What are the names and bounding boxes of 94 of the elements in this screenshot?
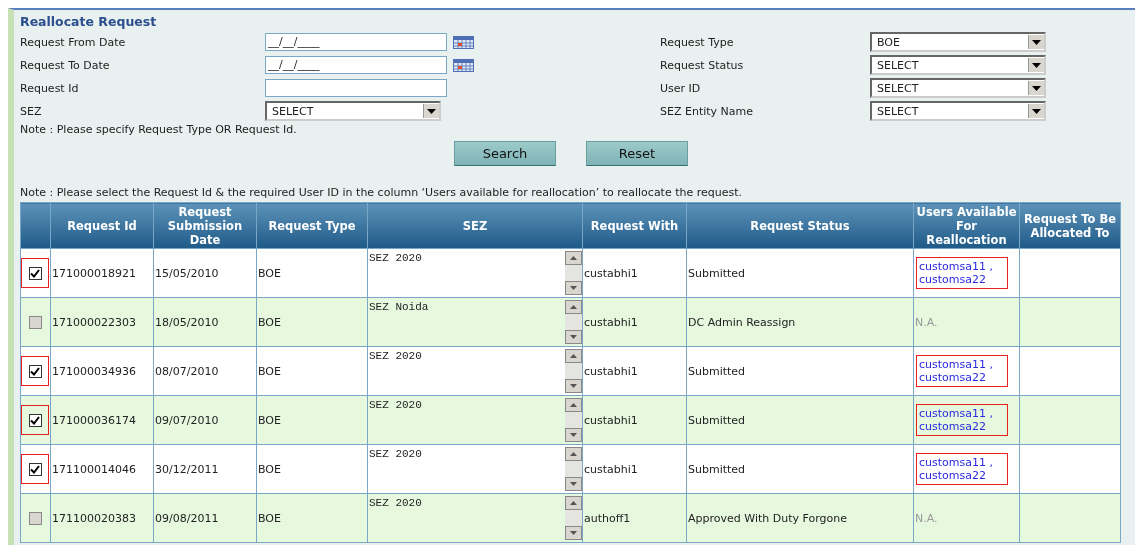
row-checkbox[interactable] — [28, 266, 42, 280]
table-cell: custabhi1 — [582, 297, 687, 347]
row-checkbox[interactable] — [28, 315, 42, 329]
select-dropdown[interactable]: BOE — [870, 32, 1046, 52]
table-cell: 08/07/2010 — [153, 346, 257, 396]
user-link[interactable]: customsa22 — [919, 371, 993, 384]
sez-text: SEZ 2020 — [368, 398, 422, 413]
table-cell: BOE — [256, 248, 368, 298]
column-header: Request Status — [686, 202, 914, 249]
user-link[interactable]: customsa22 — [919, 273, 993, 286]
column-header: Request To Be Allocated To — [1019, 202, 1121, 249]
row-checkbox[interactable] — [28, 511, 42, 525]
table-cell: 171000022303 — [50, 297, 154, 347]
field-label: Request To Date — [20, 58, 111, 72]
table-cell: 18/05/2010 — [153, 297, 257, 347]
column-header: Request Id — [50, 202, 154, 249]
row-checkbox[interactable] — [28, 364, 42, 378]
input-field[interactable]: __/__/____ — [265, 56, 447, 74]
user-link[interactable]: customsa11 , — [919, 407, 993, 420]
column-header: Request Submission Date — [153, 202, 257, 249]
table-cell: 09/07/2010 — [153, 395, 257, 445]
select-dropdown[interactable]: SELECT — [870, 55, 1046, 75]
field-label: User ID — [660, 81, 702, 95]
scrollbar-drawing[interactable] — [565, 251, 582, 295]
sez-text: SEZ 2020 — [368, 349, 422, 364]
table-cell: 09/08/2011 — [153, 493, 257, 543]
table-cell: BOE — [256, 346, 368, 396]
sez-text: SEZ Noida — [368, 300, 429, 315]
table-cell: N.A. — [915, 511, 938, 525]
table-cell: BOE — [256, 297, 368, 347]
column-header: SEZ — [367, 202, 583, 249]
form-button[interactable]: Search — [454, 141, 556, 166]
select-dropdown[interactable]: SELECT — [265, 101, 441, 121]
table-cell: 171100014046 — [50, 444, 154, 494]
input-field[interactable]: __/__/____ — [265, 33, 447, 51]
field-label: Request Id — [20, 81, 80, 95]
table-cell: Submitted — [686, 346, 914, 396]
user-link[interactable]: customsa11 , — [919, 456, 993, 469]
sez-text: SEZ 2020 — [368, 447, 422, 462]
field-label: Request Status — [660, 58, 745, 72]
scrollbar-drawing[interactable] — [565, 398, 582, 442]
table-cell: Approved With Duty Forgone — [686, 493, 914, 543]
table-cell: custabhi1 — [582, 395, 687, 445]
table-cell: 171000036174 — [50, 395, 154, 445]
table-cell: BOE — [256, 444, 368, 494]
table-cell: BOE — [256, 395, 368, 445]
input-field[interactable] — [265, 79, 447, 97]
row-checkbox[interactable] — [28, 413, 42, 427]
user-link[interactable]: customsa11 , — [919, 358, 993, 371]
scrollbar-drawing[interactable] — [565, 447, 582, 491]
page-title: Reallocate Request — [20, 14, 158, 29]
field-label: SEZ Entity Name — [660, 104, 755, 118]
caret-icon — [1032, 108, 1041, 114]
sez-text: SEZ 2020 — [368, 251, 422, 266]
user-link[interactable]: customsa22 — [919, 469, 993, 482]
user-link[interactable]: customsa11 , — [919, 260, 993, 273]
table-cell: custabhi1 — [582, 444, 687, 494]
table-cell: BOE — [256, 493, 368, 543]
sez-text: SEZ 2020 — [368, 496, 422, 511]
table-cell: authoff1 — [582, 493, 687, 543]
scrollbar-drawing[interactable] — [565, 349, 582, 393]
user-link[interactable]: customsa22 — [919, 420, 993, 433]
caret-icon — [1032, 39, 1041, 45]
column-header: Users Available For Reallocation — [913, 202, 1020, 249]
table-cell: 171100020383 — [50, 493, 154, 543]
column-header: Request Type — [256, 202, 368, 249]
row-checkbox[interactable] — [28, 462, 42, 476]
table-cell: DC Admin Reassign — [686, 297, 914, 347]
field-label: SEZ — [20, 104, 43, 118]
table-cell: 171000018921 — [50, 248, 154, 298]
table-cell: Submitted — [686, 444, 914, 494]
note-text: Note : Please select the Request Id & the required User ID in the column ‘Users available for reallocation’ to reallocate the request. — [20, 186, 744, 199]
calendar-icon[interactable] — [453, 58, 474, 72]
table-cell: Submitted — [686, 395, 914, 445]
scrollbar-drawing[interactable] — [565, 496, 582, 540]
caret-icon — [1032, 62, 1041, 68]
table-cell: 15/05/2010 — [153, 248, 257, 298]
note-text: Note : Please specify Request Type OR Request Id. — [20, 123, 298, 136]
select-dropdown[interactable]: SELECT — [870, 101, 1046, 121]
table-cell: 30/12/2011 — [153, 444, 257, 494]
table-cell: N.A. — [915, 315, 938, 329]
caret-icon — [1032, 85, 1041, 91]
table-cell: Submitted — [686, 248, 914, 298]
caret-icon — [427, 108, 436, 114]
form-button[interactable]: Reset — [586, 141, 688, 166]
table-cell: custabhi1 — [582, 248, 687, 298]
select-dropdown[interactable]: SELECT — [870, 78, 1046, 98]
table-cell: 171000034936 — [50, 346, 154, 396]
field-label: Request Type — [660, 35, 735, 49]
column-header: Request With — [582, 202, 687, 249]
scrollbar-drawing[interactable] — [565, 300, 582, 344]
field-label: Request From Date — [20, 35, 127, 49]
calendar-icon[interactable] — [453, 35, 474, 49]
table-cell: custabhi1 — [582, 346, 687, 396]
